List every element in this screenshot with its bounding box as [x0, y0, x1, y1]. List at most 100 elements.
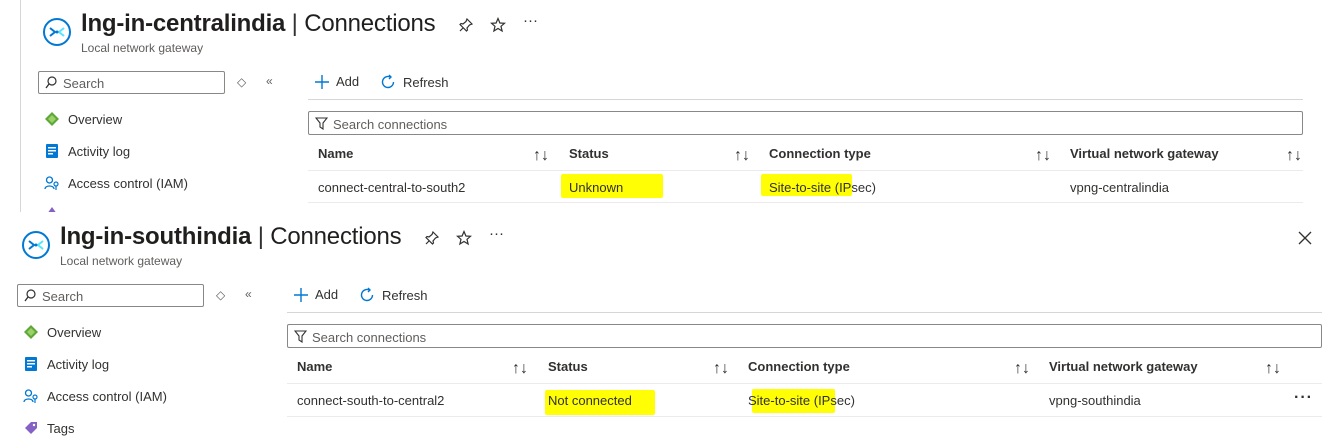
iam-icon: [44, 176, 59, 190]
add-label: Add: [336, 74, 360, 89]
column-header-status[interactable]: Status: [569, 146, 609, 161]
nav-item-label: Overview: [47, 324, 102, 340]
title-separator: |: [251, 223, 271, 250]
add-button[interactable]: Add: [294, 287, 338, 302]
favorite-star-icon[interactable]: [490, 17, 506, 33]
nav-item-label: Access control (IAM): [47, 388, 167, 404]
nav-item-overview[interactable]: Overview: [23, 322, 101, 342]
cell-connection-name[interactable]: connect-central-to-south2: [318, 180, 465, 195]
sort-icon[interactable]: ↑↓: [1035, 147, 1053, 164]
column-header-gateway[interactable]: Virtual network gateway: [1049, 359, 1198, 374]
resource-type-subtitle: Local network gateway: [81, 41, 204, 55]
nav-item-label: Access control (IAM): [68, 175, 188, 191]
header-divider: [287, 383, 1322, 384]
resource-name: lng-in-southindia: [60, 223, 252, 250]
nav-item-access-control[interactable]: Access control (IAM): [44, 173, 188, 193]
filter-icon: [294, 330, 307, 343]
nav-search-input[interactable]: Search: [17, 284, 204, 307]
filter-connections-input[interactable]: Search connections: [287, 324, 1322, 348]
local-network-gateway-icon: [43, 18, 71, 46]
cell-status: Unknown: [569, 180, 624, 195]
more-options-icon[interactable]: ···: [489, 226, 505, 242]
toolbar-divider: [287, 312, 1322, 313]
tag-icon-partial: [48, 207, 56, 212]
collapse-menu-icon[interactable]: «: [245, 287, 252, 301]
nav-item-label: Activity log: [68, 143, 131, 159]
refresh-icon: [360, 287, 374, 302]
close-icon[interactable]: [1297, 230, 1313, 246]
more-options-icon[interactable]: ···: [523, 13, 539, 29]
toolbar-divider: [308, 99, 1303, 100]
expand-collapse-icon[interactable]: ◇: [216, 288, 225, 302]
overview-icon: [24, 325, 38, 339]
cell-connection-type: Site-to-site (IPsec): [769, 180, 876, 195]
nav-search-placeholder: Search: [63, 76, 105, 91]
favorite-star-icon[interactable]: [456, 230, 472, 246]
add-button[interactable]: Add: [315, 74, 359, 89]
blade-divider: [20, 0, 21, 212]
nav-item-activity-log[interactable]: Activity log: [44, 141, 130, 161]
row-divider: [308, 202, 1303, 203]
nav-item-tags[interactable]: Tags: [23, 418, 74, 438]
overview-icon: [45, 112, 59, 126]
column-header-name[interactable]: Name: [318, 146, 353, 161]
resource-name: lng-in-centralindia: [81, 10, 286, 37]
nav-item-access-control[interactable]: Access control (IAM): [23, 386, 167, 406]
filter-placeholder: Search connections: [333, 117, 448, 132]
cell-connection-name[interactable]: connect-south-to-central2: [297, 393, 444, 408]
refresh-label: Refresh: [403, 74, 449, 90]
pin-icon[interactable]: [458, 17, 474, 33]
column-header-connection-type[interactable]: Connection type: [748, 359, 850, 374]
sort-icon[interactable]: ↑↓: [1286, 147, 1304, 164]
nav-item-overview[interactable]: Overview: [44, 109, 122, 129]
cell-gateway[interactable]: vpng-southindia: [1049, 393, 1141, 408]
sort-icon[interactable]: ↑↓: [533, 147, 551, 164]
local-network-gateway-icon: [22, 231, 50, 259]
blade-central: lng-in-centralindia | Connections Local …: [0, 0, 1333, 212]
nav-item-activity-log[interactable]: Activity log: [23, 354, 109, 374]
sort-icon[interactable]: ↑↓: [1265, 360, 1283, 377]
column-header-name[interactable]: Name: [297, 359, 332, 374]
page-title: lng-in-southindia | Connections: [60, 223, 402, 251]
title-separator: |: [285, 10, 305, 37]
collapse-menu-icon[interactable]: «: [266, 74, 273, 88]
sort-icon[interactable]: ↑↓: [1014, 360, 1032, 377]
nav-search-input[interactable]: Search: [38, 71, 225, 94]
nav-item-label: Tags: [47, 420, 75, 436]
row-more-actions-icon[interactable]: ···: [1294, 389, 1313, 407]
column-header-gateway[interactable]: Virtual network gateway: [1070, 146, 1219, 161]
cell-status: Not connected: [548, 393, 632, 408]
column-header-status[interactable]: Status: [548, 359, 588, 374]
activity-log-icon: [25, 357, 37, 371]
pin-icon[interactable]: [424, 230, 440, 246]
cell-connection-type: Site-to-site (IPsec): [748, 393, 855, 408]
sort-icon[interactable]: ↑↓: [713, 360, 731, 377]
filter-connections-input[interactable]: Search connections: [308, 111, 1303, 135]
sort-icon[interactable]: ↑↓: [512, 360, 530, 377]
search-icon: [45, 76, 57, 89]
row-divider: [287, 416, 1322, 417]
refresh-button[interactable]: Refresh: [359, 287, 428, 303]
plus-icon: [315, 74, 329, 89]
search-icon: [24, 289, 36, 302]
blade-south: lng-in-southindia | Connections Local ne…: [0, 213, 1333, 445]
filter-icon: [315, 117, 328, 130]
column-header-connection-type[interactable]: Connection type: [769, 146, 871, 161]
blade-title: Connections: [270, 223, 402, 250]
filter-placeholder: Search connections: [312, 330, 427, 345]
page-title: lng-in-centralindia | Connections: [81, 10, 436, 38]
nav-search-placeholder: Search: [42, 289, 84, 304]
activity-log-icon: [46, 144, 58, 158]
cell-gateway[interactable]: vpng-centralindia: [1070, 180, 1169, 195]
refresh-icon: [381, 74, 395, 89]
blade-title: Connections: [304, 10, 436, 37]
refresh-button[interactable]: Refresh: [380, 74, 449, 90]
tag-icon: [25, 422, 37, 434]
sort-icon[interactable]: ↑↓: [734, 147, 752, 164]
nav-item-label: Overview: [68, 111, 123, 127]
add-label: Add: [315, 287, 339, 302]
expand-collapse-icon[interactable]: ◇: [237, 75, 246, 89]
resource-type-subtitle: Local network gateway: [60, 254, 183, 268]
refresh-label: Refresh: [382, 287, 428, 303]
nav-item-label: Activity log: [47, 356, 110, 372]
